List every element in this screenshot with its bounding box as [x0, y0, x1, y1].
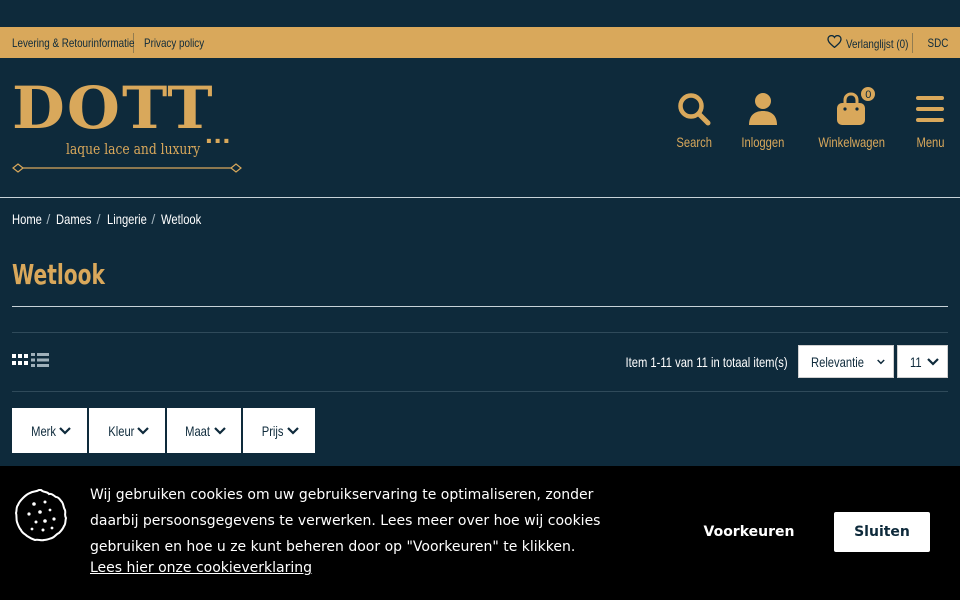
logo-dots: ... — [205, 118, 232, 149]
logo-ornament — [12, 163, 242, 173]
filter-size-button[interactable]: Maat — [167, 408, 241, 453]
hamburger-icon — [916, 96, 945, 122]
cart-label: Winkelwagen — [818, 134, 885, 150]
view-toggles — [12, 353, 49, 367]
cart-count-badge: 0 — [860, 86, 877, 102]
site-header: DOTT ... laque lace and luxury Search In… — [0, 58, 960, 198]
chevron-down-icon — [137, 426, 150, 435]
header-actions: Search Inloggen 0 Winkelwagen Menu — [652, 86, 948, 150]
filter-brand-button[interactable]: Merk — [12, 408, 87, 453]
wishlist-link[interactable]: Verlanglijst (0) — [827, 34, 908, 51]
breadcrumb-lingerie[interactable]: Lingerie — [107, 211, 147, 227]
logo-wordmark: DOTT — [12, 74, 215, 142]
cookie-policy-link[interactable]: Lees hier onze cookieverklaring — [90, 560, 312, 576]
top-strip — [0, 0, 960, 27]
chevron-down-icon — [286, 426, 299, 435]
chevron-down-icon — [213, 426, 226, 435]
breadcrumb-separator: / — [46, 211, 51, 227]
per-page-value: 11 — [910, 353, 922, 370]
breadcrumb: Home / Dames / Lingerie / Wetlook — [12, 211, 212, 227]
breadcrumb-dames[interactable]: Dames — [56, 211, 91, 227]
filter-label: Prijs — [262, 422, 284, 439]
cookie-banner: Wij gebruiken cookies om uw gebruikserva… — [0, 466, 960, 600]
login-label: Inloggen — [741, 134, 785, 150]
breadcrumb-home[interactable]: Home — [12, 211, 42, 227]
cookie-icon — [14, 489, 68, 542]
login-button[interactable]: Inloggen — [736, 92, 790, 150]
filter-label: Merk — [31, 422, 56, 439]
delivery-link[interactable]: Levering & Retourinformatie — [12, 36, 135, 50]
page-title: Wetlook — [12, 258, 105, 291]
search-icon — [678, 93, 711, 126]
filter-price-button[interactable]: Prijs — [243, 408, 315, 453]
grid-view-icon[interactable] — [12, 353, 28, 367]
filter-color-button[interactable]: Kleur — [89, 408, 165, 453]
filter-label: Maat — [185, 422, 211, 439]
chevron-down-icon — [877, 359, 885, 364]
currency-selector[interactable]: SDC — [927, 36, 948, 50]
sort-value: Relevantie — [811, 353, 864, 370]
divider — [12, 306, 948, 307]
menu-label: Menu — [916, 134, 945, 150]
logo[interactable]: DOTT ... laque lace and luxury — [12, 78, 242, 198]
divider — [911, 32, 913, 53]
divider — [12, 391, 948, 392]
filter-label: Kleur — [107, 422, 135, 439]
item-count: Item 1-11 van 11 in totaal item(s) — [625, 353, 788, 370]
chevron-down-icon — [59, 426, 71, 435]
preferences-button[interactable]: Voorkeuren — [690, 512, 808, 552]
filter-bar: Merk Kleur Maat Prijs — [12, 408, 315, 453]
menu-button[interactable]: Menu — [913, 92, 948, 150]
close-cookie-button[interactable]: Sluiten — [834, 512, 930, 552]
chevron-down-icon — [927, 357, 939, 366]
user-icon — [748, 93, 777, 125]
privacy-link[interactable]: Privacy policy — [144, 36, 204, 50]
wishlist-label: Verlanglijst (0) — [845, 36, 908, 51]
search-button[interactable]: Search — [672, 92, 716, 150]
cart-icon-wrap: 0 — [836, 86, 877, 126]
divider — [12, 332, 948, 333]
cookie-message: Wij gebruiken cookies om uw gebruikserva… — [90, 487, 601, 555]
utility-bar: Levering & Retourinformatie Privacy poli… — [0, 27, 960, 58]
logo-tagline: laque lace and luxury — [66, 140, 201, 158]
breadcrumb-wetlook: Wetlook — [161, 211, 202, 227]
toolbar: Item 1-11 van 11 in totaal item(s) Relev… — [585, 345, 948, 378]
heart-icon — [827, 34, 842, 48]
breadcrumb-separator: / — [96, 211, 101, 227]
search-label: Search — [676, 134, 712, 150]
sort-select[interactable]: Relevantie — [798, 345, 894, 378]
cart-button[interactable]: 0 Winkelwagen — [810, 86, 893, 150]
breadcrumb-separator: / — [151, 211, 156, 227]
per-page-select[interactable]: 11 — [897, 345, 948, 378]
list-view-icon[interactable] — [31, 353, 49, 367]
